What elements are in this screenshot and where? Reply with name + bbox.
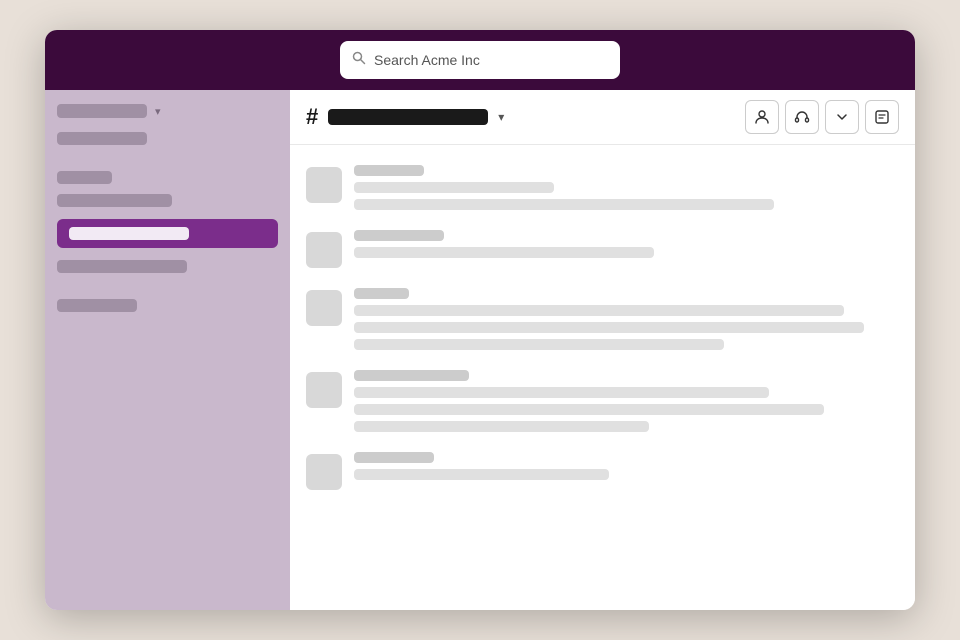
workspace-chevron-icon: ▾ — [155, 105, 161, 118]
message-text — [354, 421, 649, 432]
avatar — [306, 167, 342, 203]
sidebar-workspace[interactable]: ▾ — [57, 104, 278, 118]
search-placeholder-text: Search Acme Inc — [374, 52, 480, 68]
message-text — [354, 469, 609, 480]
more-options-button[interactable] — [825, 100, 859, 134]
channel-name-display — [328, 109, 488, 125]
huddle-button[interactable] — [785, 100, 819, 134]
sidebar-item[interactable] — [57, 194, 172, 207]
app-window: Search Acme Inc ▾ — [45, 30, 915, 610]
main-area: ▾ # ▾ — [45, 90, 915, 610]
chevron-down-icon — [836, 111, 848, 123]
message-username — [354, 165, 424, 176]
spacer — [57, 155, 278, 161]
avatar — [306, 454, 342, 490]
channel-header: # ▾ — [290, 90, 915, 145]
avatar — [306, 290, 342, 326]
message-row — [306, 155, 899, 220]
message-content — [354, 288, 899, 350]
message-row — [306, 220, 899, 278]
message-content — [354, 165, 899, 210]
channel-chevron-icon[interactable]: ▾ — [498, 110, 504, 124]
avatar — [306, 372, 342, 408]
sidebar-item[interactable] — [57, 132, 147, 145]
message-username — [354, 370, 469, 381]
sidebar-item-active[interactable] — [57, 219, 278, 248]
headphones-icon — [794, 109, 810, 125]
message-text — [354, 339, 724, 350]
canvas-icon — [874, 109, 890, 125]
message-username — [354, 230, 444, 241]
sidebar: ▾ — [45, 90, 290, 610]
spacer — [57, 283, 278, 289]
avatar — [306, 232, 342, 268]
canvas-button[interactable] — [865, 100, 899, 134]
message-text — [354, 322, 864, 333]
message-row — [306, 278, 899, 360]
header-icons — [745, 100, 899, 134]
message-content — [354, 370, 899, 432]
message-row — [306, 360, 899, 442]
message-content — [354, 452, 899, 490]
message-content — [354, 230, 899, 268]
sidebar-item[interactable] — [57, 260, 187, 273]
channel-hash-symbol: # — [306, 106, 318, 128]
message-text — [354, 387, 769, 398]
sidebar-item[interactable] — [57, 299, 137, 312]
message-username — [354, 452, 434, 463]
search-icon — [352, 51, 366, 70]
top-bar: Search Acme Inc — [45, 30, 915, 90]
message-text — [354, 182, 554, 193]
sidebar-item[interactable] — [57, 171, 112, 184]
message-row — [306, 442, 899, 500]
person-icon — [754, 109, 770, 125]
message-text — [354, 305, 844, 316]
messages-area — [290, 145, 915, 610]
message-text — [354, 247, 654, 258]
message-username — [354, 288, 409, 299]
members-button[interactable] — [745, 100, 779, 134]
message-text — [354, 199, 774, 210]
active-item-label — [69, 227, 189, 240]
workspace-name-bar — [57, 104, 147, 118]
channel-area: # ▾ — [290, 90, 915, 610]
message-text — [354, 404, 824, 415]
search-bar[interactable]: Search Acme Inc — [340, 41, 620, 79]
